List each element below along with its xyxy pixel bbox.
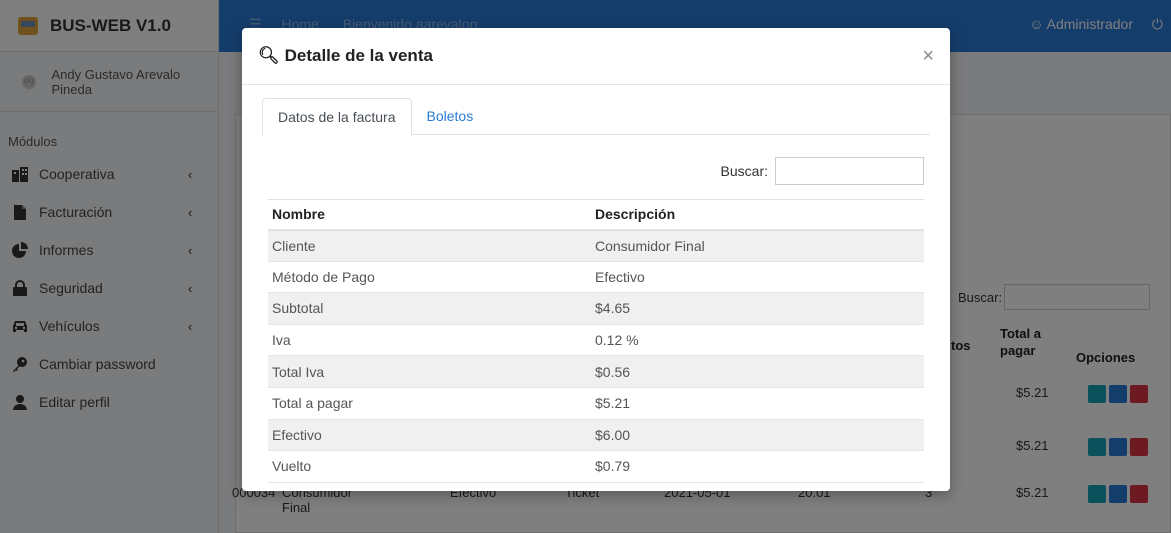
cell-name: Subtotal	[268, 292, 589, 325]
table-row: Iva 0.12 %	[268, 324, 924, 357]
cell-name: Total Iva	[268, 355, 589, 388]
column-header-descripcion[interactable]: Descripción	[589, 199, 924, 231]
table-row: Vuelto $0.79	[268, 450, 924, 483]
table-row: Cliente Consumidor Final	[268, 229, 924, 262]
modal-title-text: Detalle de la venta	[284, 46, 433, 65]
cell-name: Cliente	[268, 229, 589, 262]
cell-value: $0.56	[589, 355, 924, 388]
cell-name: Método de Pago	[268, 261, 589, 294]
invoice-detail-table: Nombre Descripción Cliente Consumidor Fin…	[268, 199, 924, 483]
table-row: Subtotal $4.65	[268, 292, 924, 325]
cell-value: Efectivo	[589, 261, 924, 294]
modal-title: 🔍︎ Detalle de la venta	[258, 46, 922, 66]
close-button[interactable]: ×	[922, 46, 934, 66]
table-row: Efectivo $6.00	[268, 419, 924, 452]
cell-name: Vuelto	[268, 450, 589, 483]
cell-value: $5.21	[589, 387, 924, 420]
column-header-nombre[interactable]: Nombre	[268, 199, 589, 231]
search-input[interactable]	[775, 157, 924, 185]
modal-header: 🔍︎ Detalle de la venta ×	[242, 28, 950, 85]
table-header: Nombre Descripción	[268, 199, 924, 231]
cell-value: $0.79	[589, 450, 924, 483]
sale-detail-modal: 🔍︎ Detalle de la venta × Datos de la fact…	[242, 28, 950, 491]
cell-value: Consumidor Final	[589, 229, 924, 262]
cell-value: $6.00	[589, 419, 924, 452]
modal-search: Buscar:	[721, 157, 924, 185]
tab-boletos[interactable]: Boletos	[412, 98, 489, 134]
tab-bar: Datos de la factura Boletos	[262, 98, 930, 136]
tab-datos-factura[interactable]: Datos de la factura	[262, 98, 412, 136]
search-icon: 🔍︎	[258, 46, 280, 65]
table-row: Total Iva $0.56	[268, 355, 924, 388]
table-row: Total a pagar $5.21	[268, 387, 924, 420]
cell-name: Efectivo	[268, 419, 589, 452]
table-row: Método de Pago Efectivo	[268, 261, 924, 294]
search-label: Buscar:	[720, 163, 768, 179]
cell-value: 0.12 %	[589, 324, 924, 357]
cell-name: Total a pagar	[268, 387, 589, 420]
cell-name: Iva	[268, 324, 589, 357]
cell-value: $4.65	[589, 292, 924, 325]
